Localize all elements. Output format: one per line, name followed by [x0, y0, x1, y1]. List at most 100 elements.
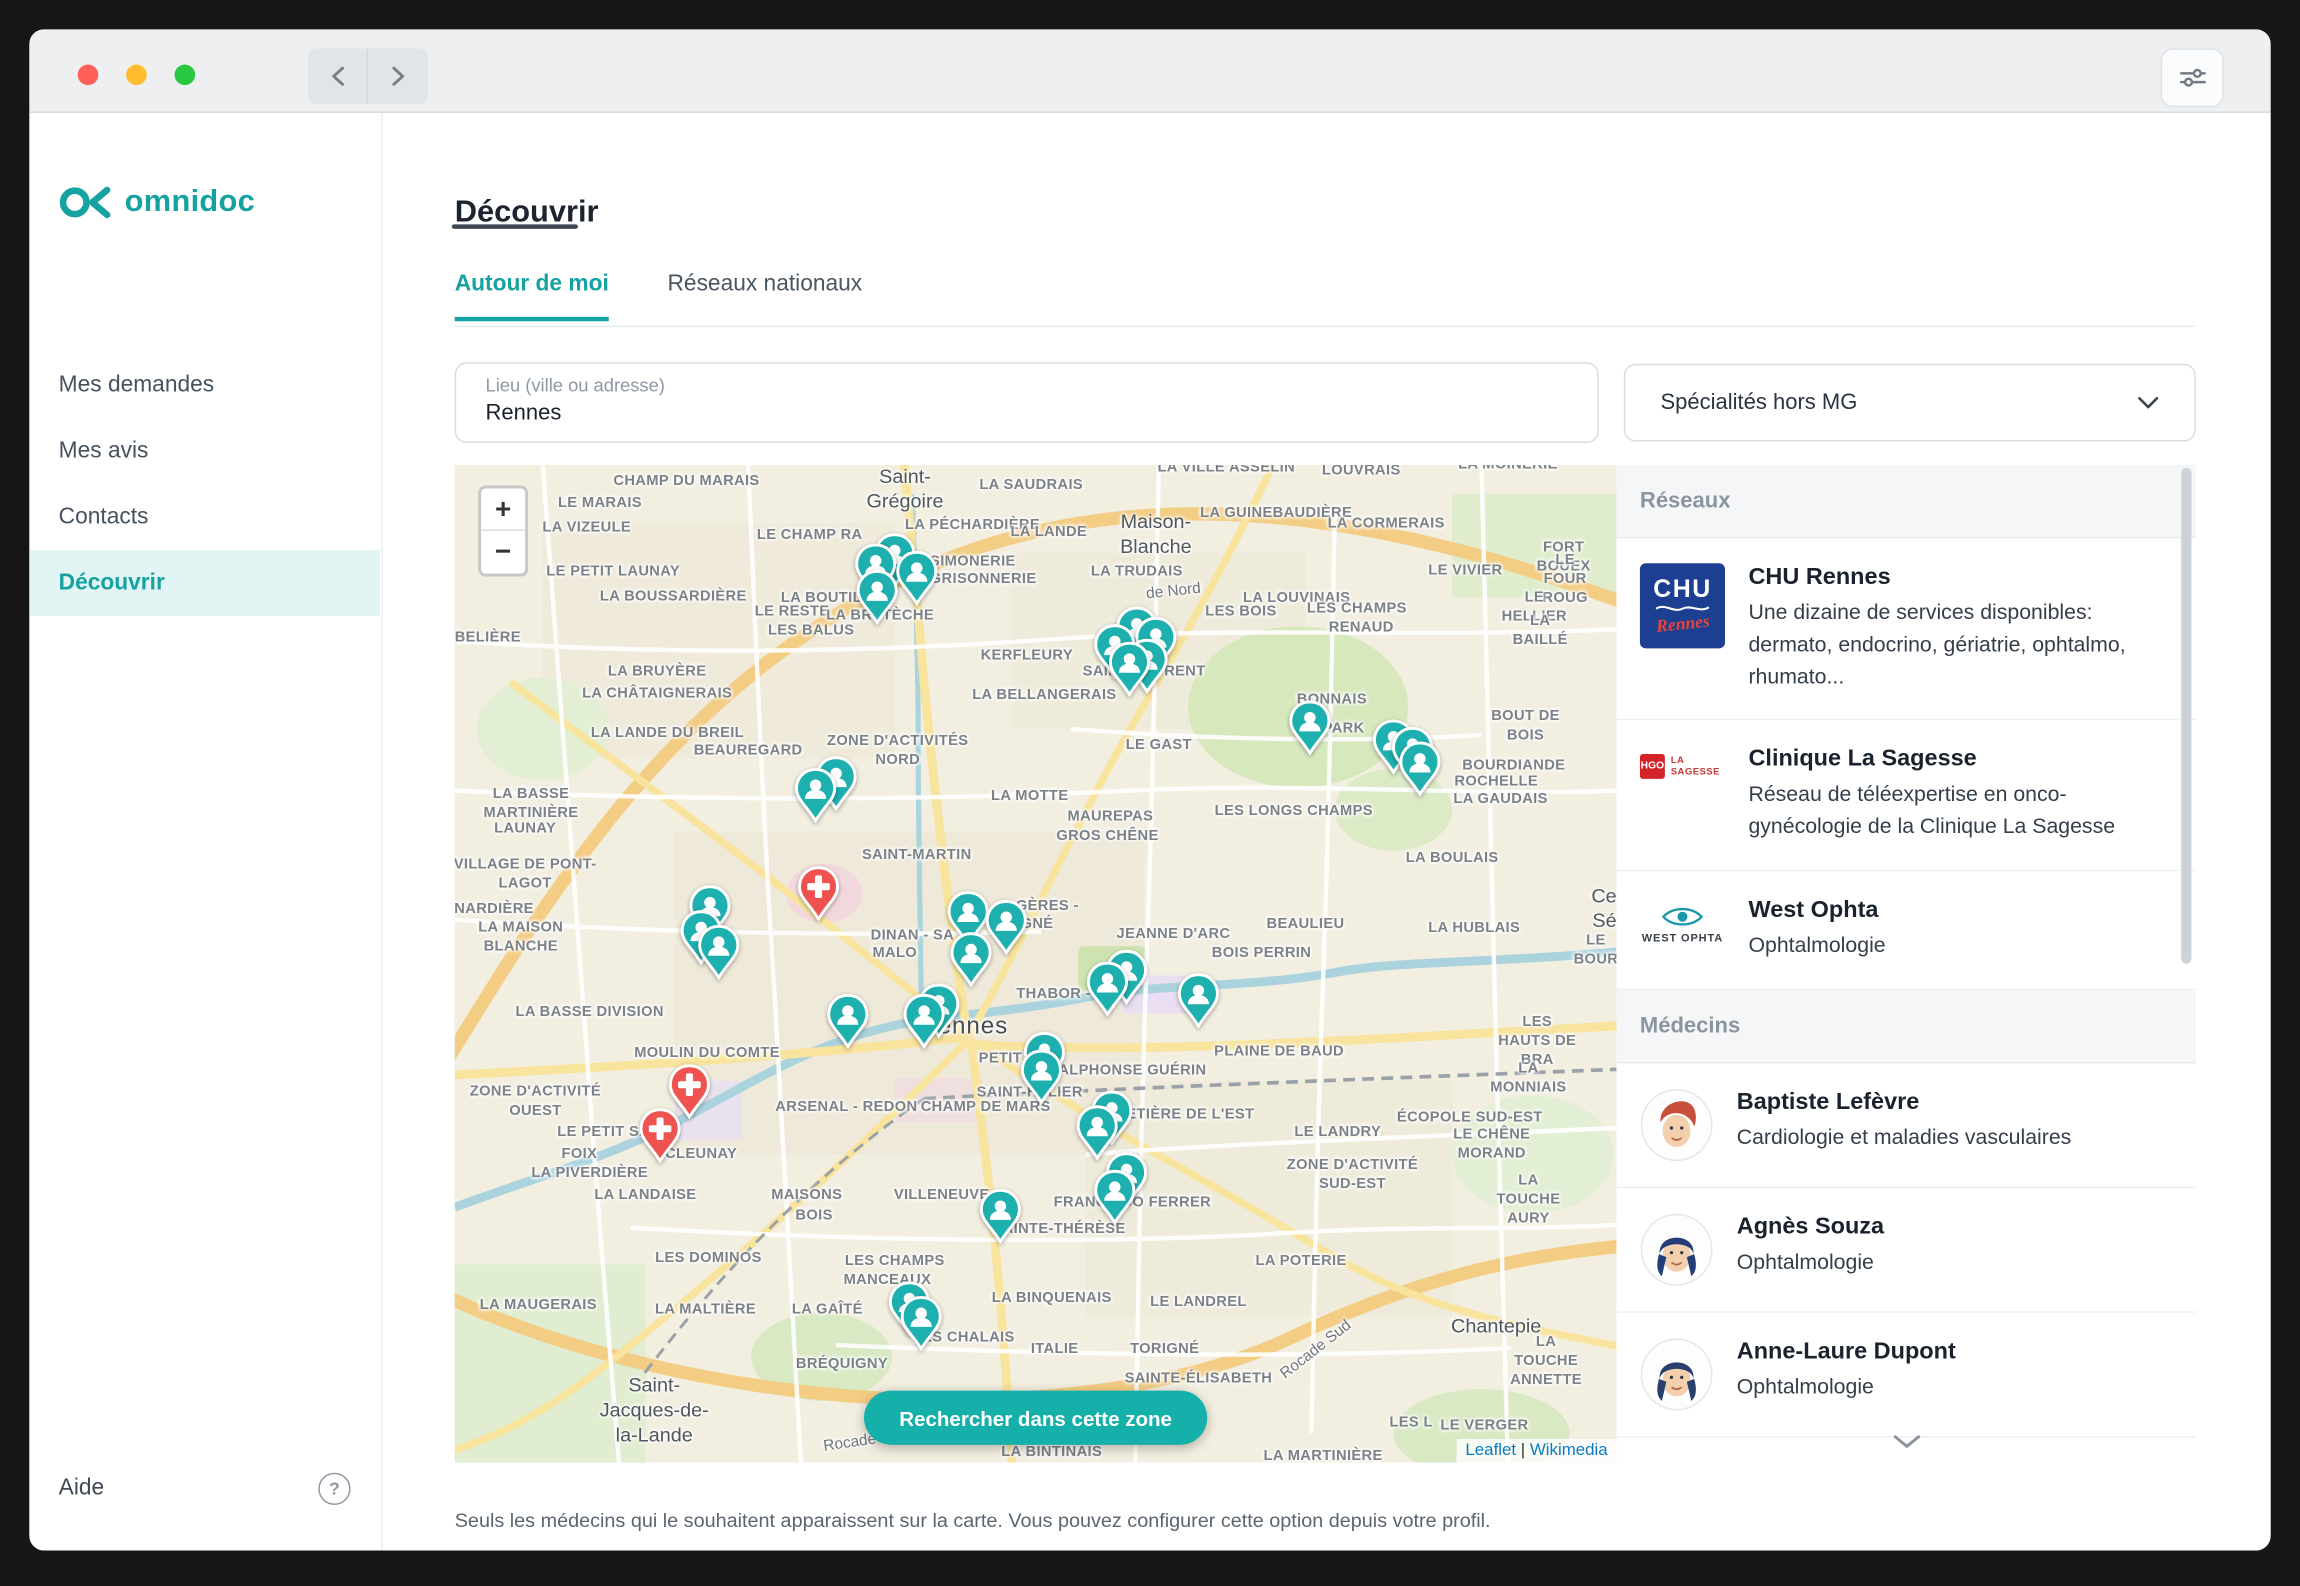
minimize-button[interactable] — [126, 64, 147, 86]
map[interactable]: CHAMP DU MARAIS Saint- Grégoire LA SAUDRAI… — [454, 464, 1617, 1463]
doctor-map-pin[interactable] — [794, 767, 838, 824]
titlebar — [29, 29, 2271, 113]
nav-buttons — [308, 48, 429, 105]
network-name: West Ophta — [1748, 897, 1879, 923]
la-sagesse-logo: HGO LA SAGESSE — [1639, 754, 1725, 780]
doctor-map-pin[interactable] — [902, 993, 946, 1050]
help-button[interactable]: Aide ? — [29, 1464, 380, 1514]
sidebar-nav: Mes demandes Mes avis Contacts Découvrir — [29, 352, 380, 617]
app-window: omnidoc Mes demandes Mes avis Contacts Déco… — [29, 29, 2271, 1551]
tabs-divider — [454, 325, 2196, 328]
doctor-map-pin[interactable] — [855, 569, 899, 626]
chu-rennes-logo: CHU Rennes — [1639, 563, 1726, 649]
network-description: Réseau de téléexpertise en onco-gynécolo… — [1748, 783, 2116, 840]
leaflet-link[interactable]: Leaflet — [1465, 1442, 1516, 1460]
tab-0[interactable]: Autour de moi — [454, 271, 609, 322]
doctor-map-pin[interactable] — [949, 931, 993, 988]
chevron-right-icon — [392, 66, 405, 86]
networks-header-label: Réseaux — [1639, 488, 1731, 514]
search-this-zone-button[interactable]: Rechercher dans cette zone — [863, 1390, 1208, 1445]
sidebar-item-2[interactable]: Contacts — [29, 484, 380, 550]
doctor-map-pin[interactable] — [1288, 700, 1332, 757]
doctor-avatar — [1640, 1212, 1713, 1285]
doctor-map-pin[interactable] — [1107, 641, 1151, 698]
networks-list: CHU Rennes CHU Rennes Une dizaine de servic… — [1616, 538, 2196, 990]
chevron-down-icon — [1892, 1435, 1920, 1448]
networks-section-header: Réseaux — [1616, 464, 2196, 539]
doctor-map-pin[interactable] — [1085, 961, 1129, 1018]
sidebar-item-label: Contacts — [58, 503, 149, 529]
zoom-control: + − — [478, 485, 529, 577]
doctors-list: Baptiste Lefèvre Cardiologie et maladies … — [1616, 1062, 2196, 1437]
help-icon[interactable]: ? — [318, 1472, 351, 1505]
network-name: CHU Rennes — [1748, 564, 1891, 590]
zoom-in-button[interactable]: + — [481, 488, 526, 531]
tab-1[interactable]: Réseaux nationaux — [668, 271, 863, 321]
doctor-map-pin[interactable] — [1176, 973, 1220, 1029]
sidebar-item-label: Mes demandes — [58, 371, 215, 397]
sliders-icon — [2179, 68, 2206, 87]
zoom-out-button[interactable]: − — [481, 530, 526, 574]
west-ophta-logo: WEST OPHTA — [1642, 905, 1723, 944]
doctor-item[interactable]: Agnès Souza Ophtalmologie — [1616, 1187, 2196, 1313]
panel-scrollbar[interactable] — [2181, 467, 2192, 964]
network-item[interactable]: HGO LA SAGESSE Clinique La Sagesse Réseau d… — [1616, 720, 2196, 871]
close-button[interactable] — [77, 64, 99, 86]
doctor-name: Anne-Laure Dupont — [1736, 1338, 1956, 1364]
chevron-left-icon — [331, 66, 344, 86]
doctor-name: Baptiste Lefèvre — [1736, 1089, 1920, 1115]
tab-label: Autour de moi — [454, 271, 609, 297]
doctor-map-pin[interactable] — [899, 1295, 943, 1352]
eye-icon — [1661, 907, 1704, 926]
location-field[interactable]: Lieu (ville ou adresse) — [454, 362, 1599, 443]
wikimedia-link[interactable]: Wikimedia — [1530, 1442, 1608, 1460]
forward-button[interactable] — [368, 48, 429, 105]
doctor-item[interactable]: Anne-Laure Dupont Ophtalmologie — [1616, 1312, 2196, 1437]
doctors-section-header: Médecins — [1616, 989, 2196, 1063]
doctor-map-pin[interactable] — [895, 550, 939, 607]
maximize-button[interactable] — [174, 64, 196, 86]
hospital-map-pin[interactable] — [796, 865, 840, 922]
omnidoc-logo-icon — [59, 186, 111, 219]
back-button[interactable] — [308, 48, 369, 105]
doctor-specialty: Ophtalmologie — [1736, 1375, 1874, 1399]
tab-label: Réseaux nationaux — [667, 271, 863, 297]
sidebar: omnidoc Mes demandes Mes avis Contacts Déco… — [29, 111, 383, 1551]
tabs: Autour de moi Réseaux nationaux — [454, 271, 863, 322]
sidebar-item-0[interactable]: Mes demandes — [29, 352, 380, 418]
doctor-map-pin[interactable] — [978, 1188, 1022, 1245]
doctor-avatar — [1640, 1088, 1713, 1161]
doctor-map-pin[interactable] — [1019, 1049, 1063, 1106]
expand-list-button[interactable] — [1880, 1429, 1933, 1457]
doctor-map-pin[interactable] — [1398, 741, 1442, 798]
network-description: Ophtalmologie — [1748, 934, 1886, 958]
network-name: Clinique La Sagesse — [1748, 746, 1977, 772]
doctor-specialty: Ophtalmologie — [1736, 1250, 1874, 1274]
screen: omnidoc Mes demandes Mes avis Contacts Déco… — [0, 0, 2300, 1586]
location-field-label: Lieu (ville ou adresse) — [485, 375, 665, 397]
map-tiles — [454, 464, 1617, 1463]
network-description: Une dizaine de services disponibles: der… — [1748, 601, 2126, 689]
sidebar-item-1[interactable]: Mes avis — [29, 418, 380, 484]
location-input[interactable] — [485, 400, 1569, 426]
settings-button[interactable] — [2160, 48, 2224, 108]
omnidoc-logo[interactable]: omnidoc — [59, 183, 255, 221]
help-label: Aide — [58, 1475, 105, 1501]
doctor-map-pin[interactable] — [826, 993, 870, 1050]
doctor-map-pin[interactable] — [697, 924, 741, 981]
doctor-avatar — [1640, 1337, 1713, 1410]
specialty-select[interactable]: Spécialités hors MG — [1623, 363, 2196, 442]
map-attribution: Leaflet | Wikimedia — [1456, 1438, 1617, 1463]
page-title-underline — [451, 224, 578, 229]
doctor-item[interactable]: Baptiste Lefèvre Cardiologie et maladies … — [1616, 1062, 2196, 1188]
chevron-down-icon — [2138, 396, 2159, 409]
network-item[interactable]: CHU Rennes CHU Rennes Une dizaine de servic… — [1616, 538, 2196, 721]
results-panel: Réseaux CHU Rennes CHU Rennes Une dizaine d… — [1616, 464, 2196, 1463]
hospital-map-pin[interactable] — [638, 1107, 682, 1164]
sidebar-item-3[interactable]: Découvrir — [29, 550, 380, 617]
doctors-header-label: Médecins — [1639, 1012, 1741, 1038]
omnidoc-logo-text: omnidoc — [124, 184, 256, 219]
doctor-map-pin[interactable] — [1093, 1169, 1137, 1226]
specialty-select-value: Spécialités hors MG — [1660, 390, 1858, 416]
network-item[interactable]: WEST OPHTA West Ophta Ophtalmologie — [1616, 870, 2196, 990]
